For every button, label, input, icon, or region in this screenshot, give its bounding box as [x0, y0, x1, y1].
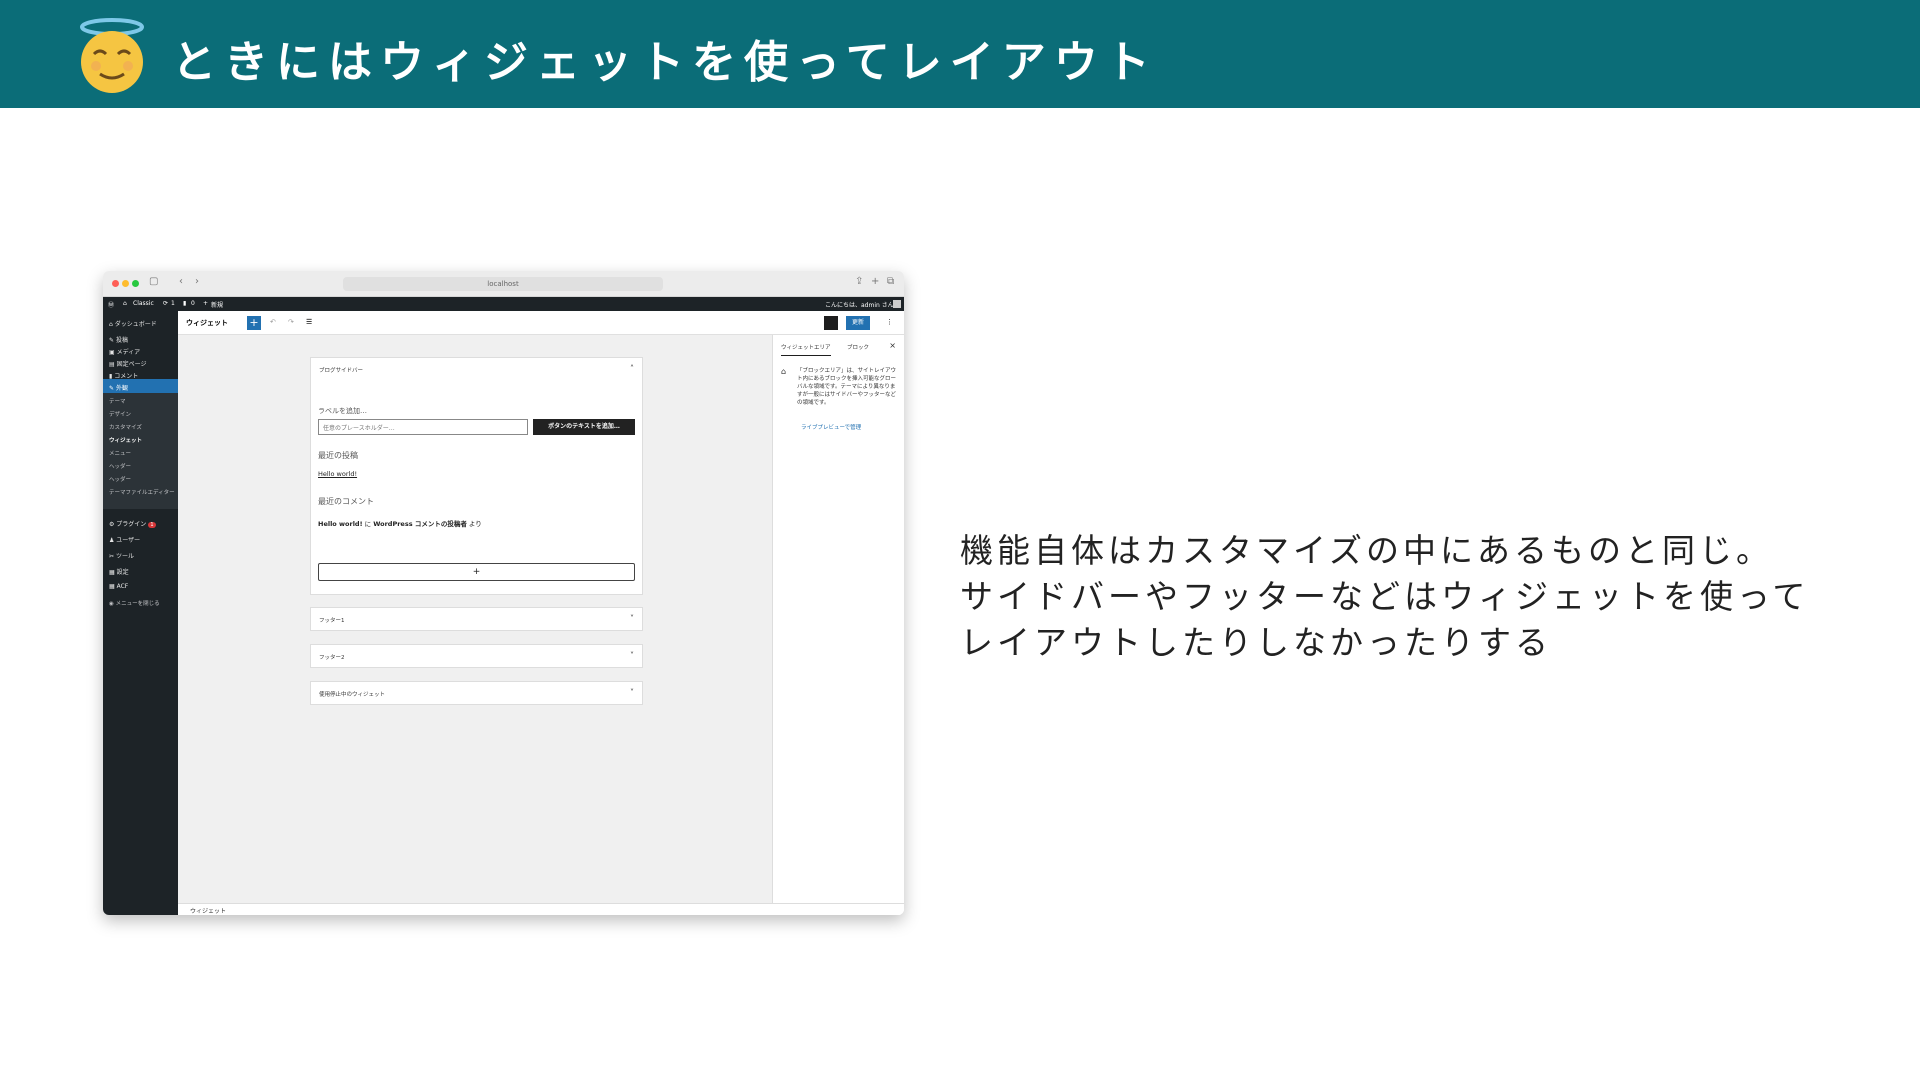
recent-comment[interactable]: Hello world! に WordPress コメントの投稿者 より — [318, 518, 482, 528]
editor-toolbar: ウィジェット + ↶ ↷ ☰ 更新 ⋮ — [178, 311, 904, 335]
wordpress-widgets-screenshot: ▢ ‹ › localhost ⇪ + ⧉ Ⓦ ⌂ Classic ⟳ 1 ▮ … — [103, 271, 904, 915]
redo-icon[interactable]: ↷ — [288, 318, 294, 326]
sidebar-item-appearance[interactable]: ✎ 外観 — [109, 383, 128, 392]
submenu-item[interactable]: テーマ — [109, 397, 126, 405]
close-window-dot[interactable] — [112, 280, 119, 287]
share-icon[interactable]: ⇪ — [855, 276, 863, 287]
widget-area-title: ブログサイドバー — [319, 368, 364, 374]
sidebar-item-pages[interactable]: ▤ 固定ページ — [109, 359, 146, 368]
new-tab-icon[interactable]: + — [871, 276, 879, 287]
widget-area-title: フッター1 — [319, 618, 345, 624]
settings-panel: ウィジェットエリア ブロック × ⌂ 「ブロックエリア」は、サイトレイアウト内に… — [772, 335, 904, 915]
greeting[interactable]: こんにちは、admin さん — [825, 300, 894, 309]
updates-count[interactable]: 1 — [171, 300, 175, 307]
widget-area-footer2[interactable]: フッター2 ˅ — [310, 644, 643, 668]
body-line: 機能自体はカスタマイズの中にあるものと同じ。 — [960, 531, 1774, 570]
chevron-down-icon[interactable]: ˅ — [630, 614, 634, 623]
body-line: サイドバーやフッターなどはウィジェットを使って — [960, 577, 1810, 616]
tab-block[interactable]: ブロック — [847, 343, 869, 351]
chevron-up-icon[interactable]: ˄ — [630, 364, 634, 373]
submenu-item[interactable]: テーマファイルエディター — [109, 488, 175, 496]
comments-count[interactable]: 0 — [191, 300, 195, 307]
wordpress-logo-icon[interactable]: Ⓦ — [108, 300, 114, 309]
sidebar-item-tools[interactable]: ✂ ツール — [109, 551, 134, 560]
editor-statusbar: ウィジェット — [178, 903, 904, 915]
breadcrumb[interactable]: ウィジェット — [190, 906, 226, 915]
search-label[interactable]: ラベルを追加… — [318, 406, 367, 416]
panel-description: 「ブロックエリア」は、サイトレイアウト内にあるブロックを挿入可能なグローバルな領… — [797, 368, 897, 406]
submenu-item[interactable]: ヘッダー — [109, 475, 131, 483]
sidebar-item-acf[interactable]: ▦ ACF — [109, 583, 128, 590]
widget-area-blog-sidebar[interactable]: ブログサイドバー ˄ ラベルを追加… 任意のプレースホルダー… ボタンのテキスト… — [310, 357, 643, 595]
recent-posts-heading[interactable]: 最近の投稿 — [318, 450, 358, 461]
innocent-face-emoji-icon — [80, 18, 144, 93]
sidebar-item-posts[interactable]: ✎ 投稿 — [109, 335, 128, 344]
updates-icon[interactable]: ⟳ — [163, 300, 168, 307]
chevron-down-icon[interactable]: ˅ — [630, 688, 634, 697]
slide-header: ときにはウィジェットを使ってレイアウト — [0, 0, 1920, 108]
tab-widget-areas[interactable]: ウィジェットエリア — [781, 343, 831, 356]
block-inserter-button[interactable]: + — [247, 316, 261, 330]
address-bar[interactable]: localhost — [343, 277, 663, 291]
submenu-item[interactable]: メニュー — [109, 449, 131, 457]
new-content-link[interactable]: 新規 — [211, 300, 223, 309]
sidebar-item-plugins[interactable]: ⚙ プラグイン 1 — [109, 519, 156, 528]
back-icon[interactable]: ‹ — [179, 276, 183, 287]
wp-admin-bar: Ⓦ ⌂ Classic ⟳ 1 ▮ 0 + 新規 こんにちは、admin さん — [103, 297, 904, 311]
add-block-button[interactable]: + — [318, 563, 635, 581]
plugins-update-badge: 1 — [148, 522, 156, 528]
sidebar-item-media[interactable]: ▣ メディア — [109, 347, 140, 356]
sidebar-item-dashboard[interactable]: ⌂ ダッシュボード — [109, 319, 157, 328]
widget-area-title: 使用停止中のウィジェット — [319, 692, 386, 698]
search-button[interactable]: ボタンのテキストを追加… — [533, 419, 635, 435]
editor-title: ウィジェット — [186, 319, 228, 327]
recent-post-link[interactable]: Hello world! — [318, 470, 357, 478]
submenu-item[interactable]: ヘッダー — [109, 462, 131, 470]
maximize-window-dot[interactable] — [132, 280, 139, 287]
new-content-plus-icon[interactable]: + — [203, 300, 208, 307]
submenu-item[interactable]: デザイン — [109, 410, 131, 418]
slide-body-text: 機能自体はカスタマイズの中にあるものと同じ。 サイドバーやフッターなどはウィジェ… — [960, 528, 1860, 666]
undo-icon[interactable]: ↶ — [270, 318, 276, 326]
chevron-down-icon[interactable]: ˅ — [630, 651, 634, 660]
widget-area-inactive[interactable]: 使用停止中のウィジェット ˅ — [310, 681, 643, 705]
block-area-icon: ⌂ — [781, 367, 787, 376]
search-input[interactable]: 任意のプレースホルダー… — [318, 419, 528, 435]
sidebar-item-users[interactable]: ♟ ユーザー — [109, 535, 140, 544]
avatar[interactable] — [893, 300, 901, 308]
submenu-item[interactable]: カスタマイズ — [109, 423, 142, 431]
browser-toolbar: ▢ ‹ › localhost ⇪ + ⧉ — [103, 271, 904, 297]
minimize-window-dot[interactable] — [122, 280, 129, 287]
forward-icon[interactable]: › — [195, 276, 199, 287]
settings-panel-toggle-button[interactable] — [824, 316, 838, 330]
widgets-editor: ウィジェット + ↶ ↷ ☰ 更新 ⋮ ブログサイドバー ˄ ラベルを追加… 任… — [178, 311, 904, 915]
home-icon[interactable]: ⌂ — [123, 300, 127, 307]
close-icon[interactable]: × — [889, 341, 896, 350]
recent-comments-heading[interactable]: 最近のコメント — [318, 496, 374, 507]
tabs-overview-icon[interactable]: ⧉ — [887, 276, 894, 287]
list-view-icon[interactable]: ☰ — [306, 318, 312, 326]
sidebar-item-settings[interactable]: ▦ 設定 — [109, 567, 129, 576]
widget-area-footer1[interactable]: フッター1 ˅ — [310, 607, 643, 631]
wp-admin-sidebar: ⌂ ダッシュボード ✎ 投稿 ▣ メディア ▤ 固定ページ ▮ コメント ✎ 外… — [103, 311, 178, 915]
widget-area-title: フッター2 — [319, 655, 345, 661]
body-line: レイアウトしたりしなかったりする — [960, 623, 1552, 662]
sidebar-collapse-menu[interactable]: ◉ メニューを閉じる — [109, 599, 160, 607]
submenu-item-widgets[interactable]: ウィジェット — [109, 436, 142, 444]
update-button[interactable]: 更新 — [846, 316, 870, 330]
live-preview-link[interactable]: ライブプレビューで管理 — [801, 423, 861, 431]
sidebar-toggle-icon[interactable]: ▢ — [149, 276, 158, 287]
more-options-icon[interactable]: ⋮ — [886, 318, 893, 326]
comments-icon[interactable]: ▮ — [183, 300, 186, 307]
page-title: ときにはウィジェットを使ってレイアウト — [172, 37, 1158, 88]
site-name-link[interactable]: Classic — [133, 300, 154, 307]
